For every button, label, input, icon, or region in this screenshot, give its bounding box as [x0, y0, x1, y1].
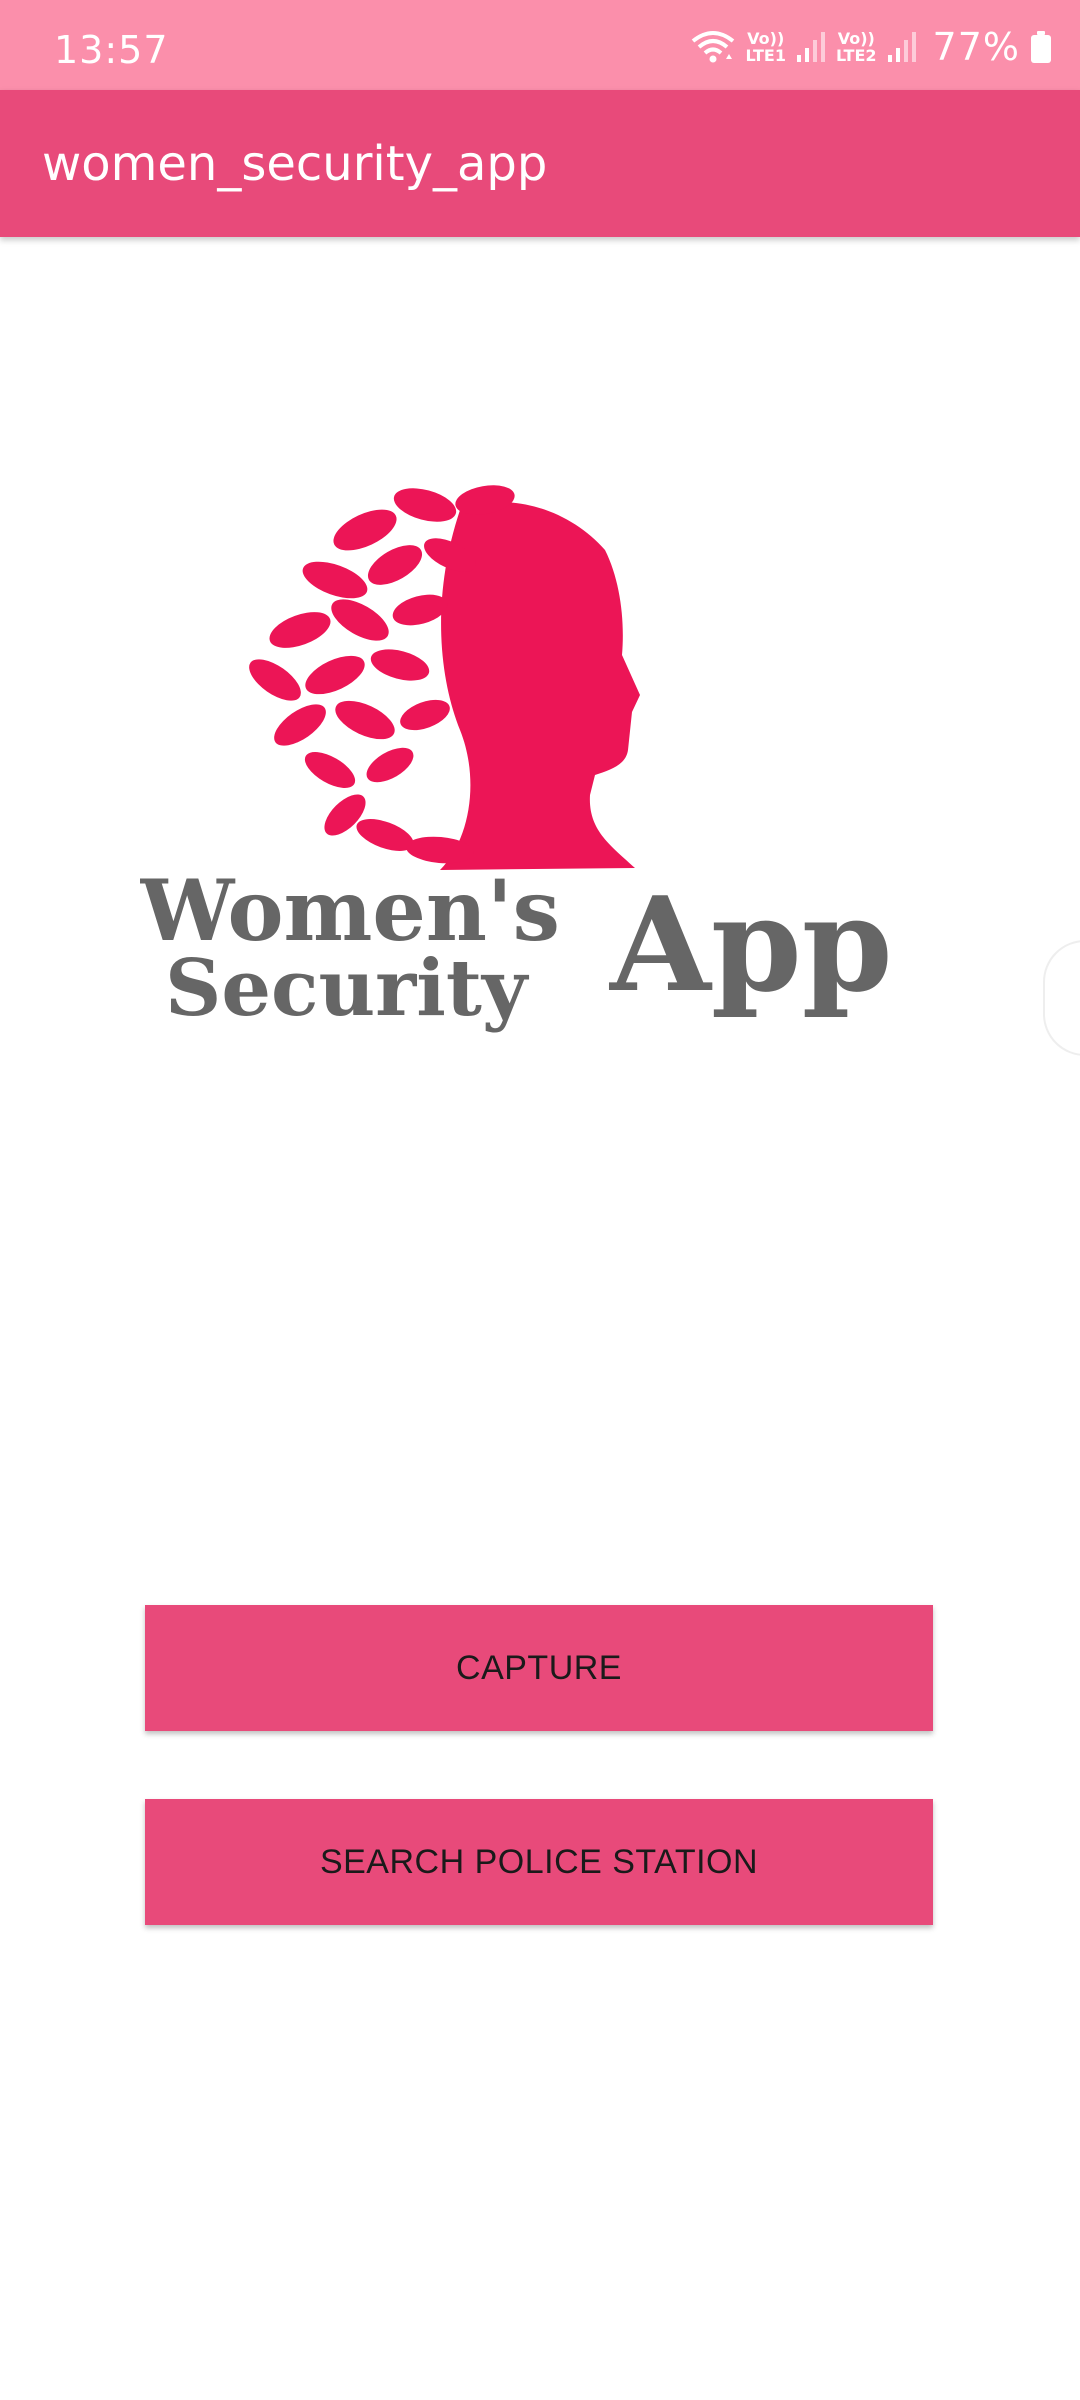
status-icons: Vo)) LTE1 Vo)) LTE2 77%: [691, 22, 1052, 72]
wifi-icon: [692, 31, 735, 63]
signal-icon: [797, 32, 825, 62]
app-bar: women_security_app: [0, 90, 1080, 237]
sim1-label: Vo)) LTE1: [745, 30, 786, 64]
signal-icon: [887, 32, 916, 62]
woman-silhouette-icon: [249, 485, 640, 870]
logo-text-line3: App: [608, 868, 893, 1021]
battery-percent: 77%: [932, 25, 1020, 69]
capture-button[interactable]: CAPTURE: [145, 1605, 933, 1731]
sim2-network: LTE2: [836, 46, 877, 65]
sim1-volte: Vo)): [747, 29, 785, 48]
search-police-station-button[interactable]: SEARCH POLICE STATION: [145, 1799, 933, 1925]
status-bar: 13:57 Vo)) LTE1 Vo)) LTE2 77%: [0, 0, 1080, 90]
battery-icon: [1031, 31, 1051, 63]
status-time: 13:57: [54, 28, 169, 72]
edge-panel-handle[interactable]: [1043, 940, 1080, 1056]
logo-wordmark: Women's Security App: [140, 861, 893, 1034]
sim1-network: LTE1: [745, 46, 786, 65]
logo-text-line2: Security: [165, 943, 530, 1034]
sim2-label: Vo)) LTE2: [836, 30, 877, 64]
app-title: women_security_app: [42, 136, 548, 192]
sim2-volte: Vo)): [837, 29, 875, 48]
app-logo: Women's Security App: [140, 485, 893, 1034]
